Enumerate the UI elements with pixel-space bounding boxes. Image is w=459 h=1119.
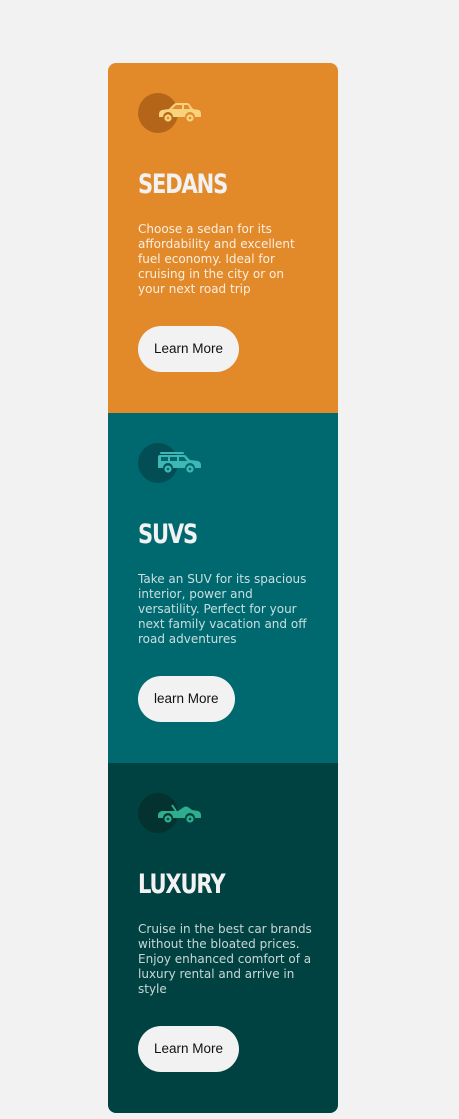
learn-more-button-luxury[interactable]: Learn More	[138, 1026, 240, 1072]
card-luxury: LUXURY Cruise in the best car brands wit…	[108, 763, 338, 1113]
card-description: Take an SUV for its spacious interior, p…	[138, 572, 307, 646]
card-title: SUVS	[138, 519, 198, 550]
suv-car-icon	[138, 443, 208, 483]
car-category-cards: SEDANS Choose a sedan for its affordabil…	[108, 63, 338, 1113]
card-title: SEDANS	[138, 169, 228, 200]
sedan-car-icon	[138, 93, 208, 133]
card-title: LUXURY	[138, 869, 226, 900]
card-suvs: SUVS Take an SUV for its spacious interi…	[108, 413, 338, 763]
convertible-car-icon	[138, 793, 208, 833]
learn-more-button-sedans[interactable]: Learn More	[138, 326, 240, 372]
card-description: Cruise in the best car brands without th…	[138, 922, 312, 996]
learn-more-button-suvs[interactable]: learn More	[138, 676, 235, 722]
card-sedans: SEDANS Choose a sedan for its affordabil…	[108, 63, 338, 413]
card-description: Choose a sedan for its affordability and…	[138, 222, 295, 296]
